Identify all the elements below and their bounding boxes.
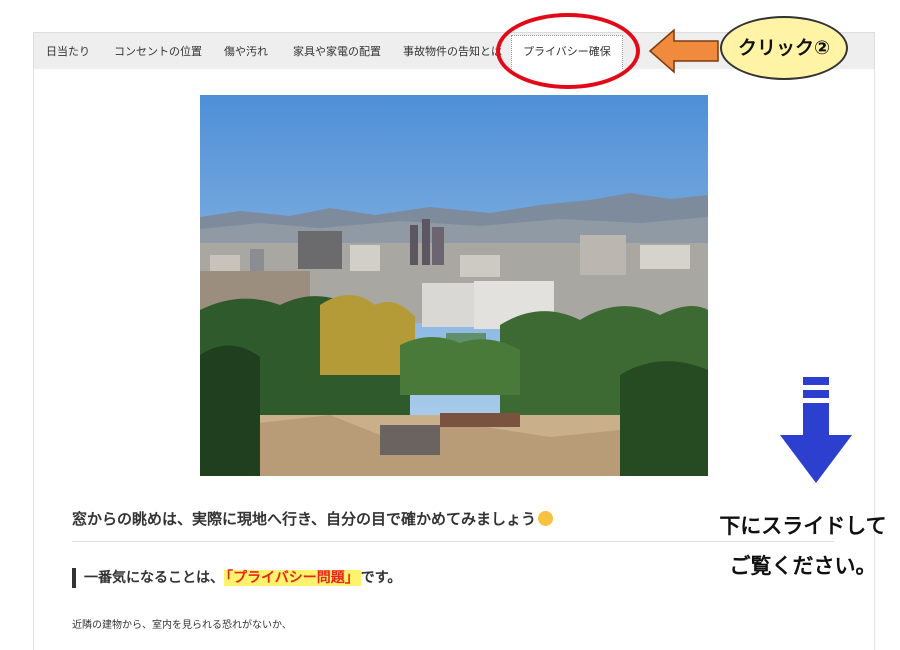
scroll-instruction-line-2: ご覧ください。 — [729, 554, 877, 578]
tab-scratches-stains[interactable]: 傷や汚れ — [224, 33, 268, 70]
body-text: 近隣の建物から、室内を見られる恐れがないか、 — [72, 620, 292, 631]
scroll-instruction: 下にスライドして ご覧ください。 — [708, 506, 898, 586]
tab-outlet-position[interactable]: コンセントの位置 — [114, 33, 202, 70]
highlight-ellipse — [496, 13, 640, 89]
heading-prefix: 一番気になることは、 — [84, 570, 224, 586]
heading-suffix: です。 — [360, 570, 402, 586]
tab-stigmatized-property[interactable]: 事故物件の告知とは — [403, 33, 502, 70]
relieved-face-icon — [537, 511, 553, 526]
lead-paragraph: 窓からの眺めは、実際に現地へ行き、自分の目で確かめてみましょう — [72, 508, 553, 529]
lead-text: 窓からの眺めは、実際に現地へ行き、自分の目で確かめてみましょう — [72, 510, 536, 528]
city-view-photo — [200, 95, 708, 476]
page: 日当たり コンセントの位置 傷や汚れ 家具や家電の配置 事故物件の告知とは プラ… — [0, 0, 900, 650]
heading-highlight: 「プライバシー問題」 — [224, 570, 361, 586]
tab-sunlight[interactable]: 日当たり — [46, 33, 90, 70]
scroll-instruction-line-1: 下にスライドして — [719, 514, 887, 538]
orange-arrow-left-icon — [648, 28, 719, 74]
click-step-badge: クリック② — [720, 16, 848, 80]
section-heading: 一番気になることは、 「プライバシー問題」 です。 — [72, 568, 401, 588]
blue-arrow-down-icon — [780, 377, 852, 483]
tab-furniture-layout[interactable]: 家具や家電の配置 — [293, 33, 381, 70]
